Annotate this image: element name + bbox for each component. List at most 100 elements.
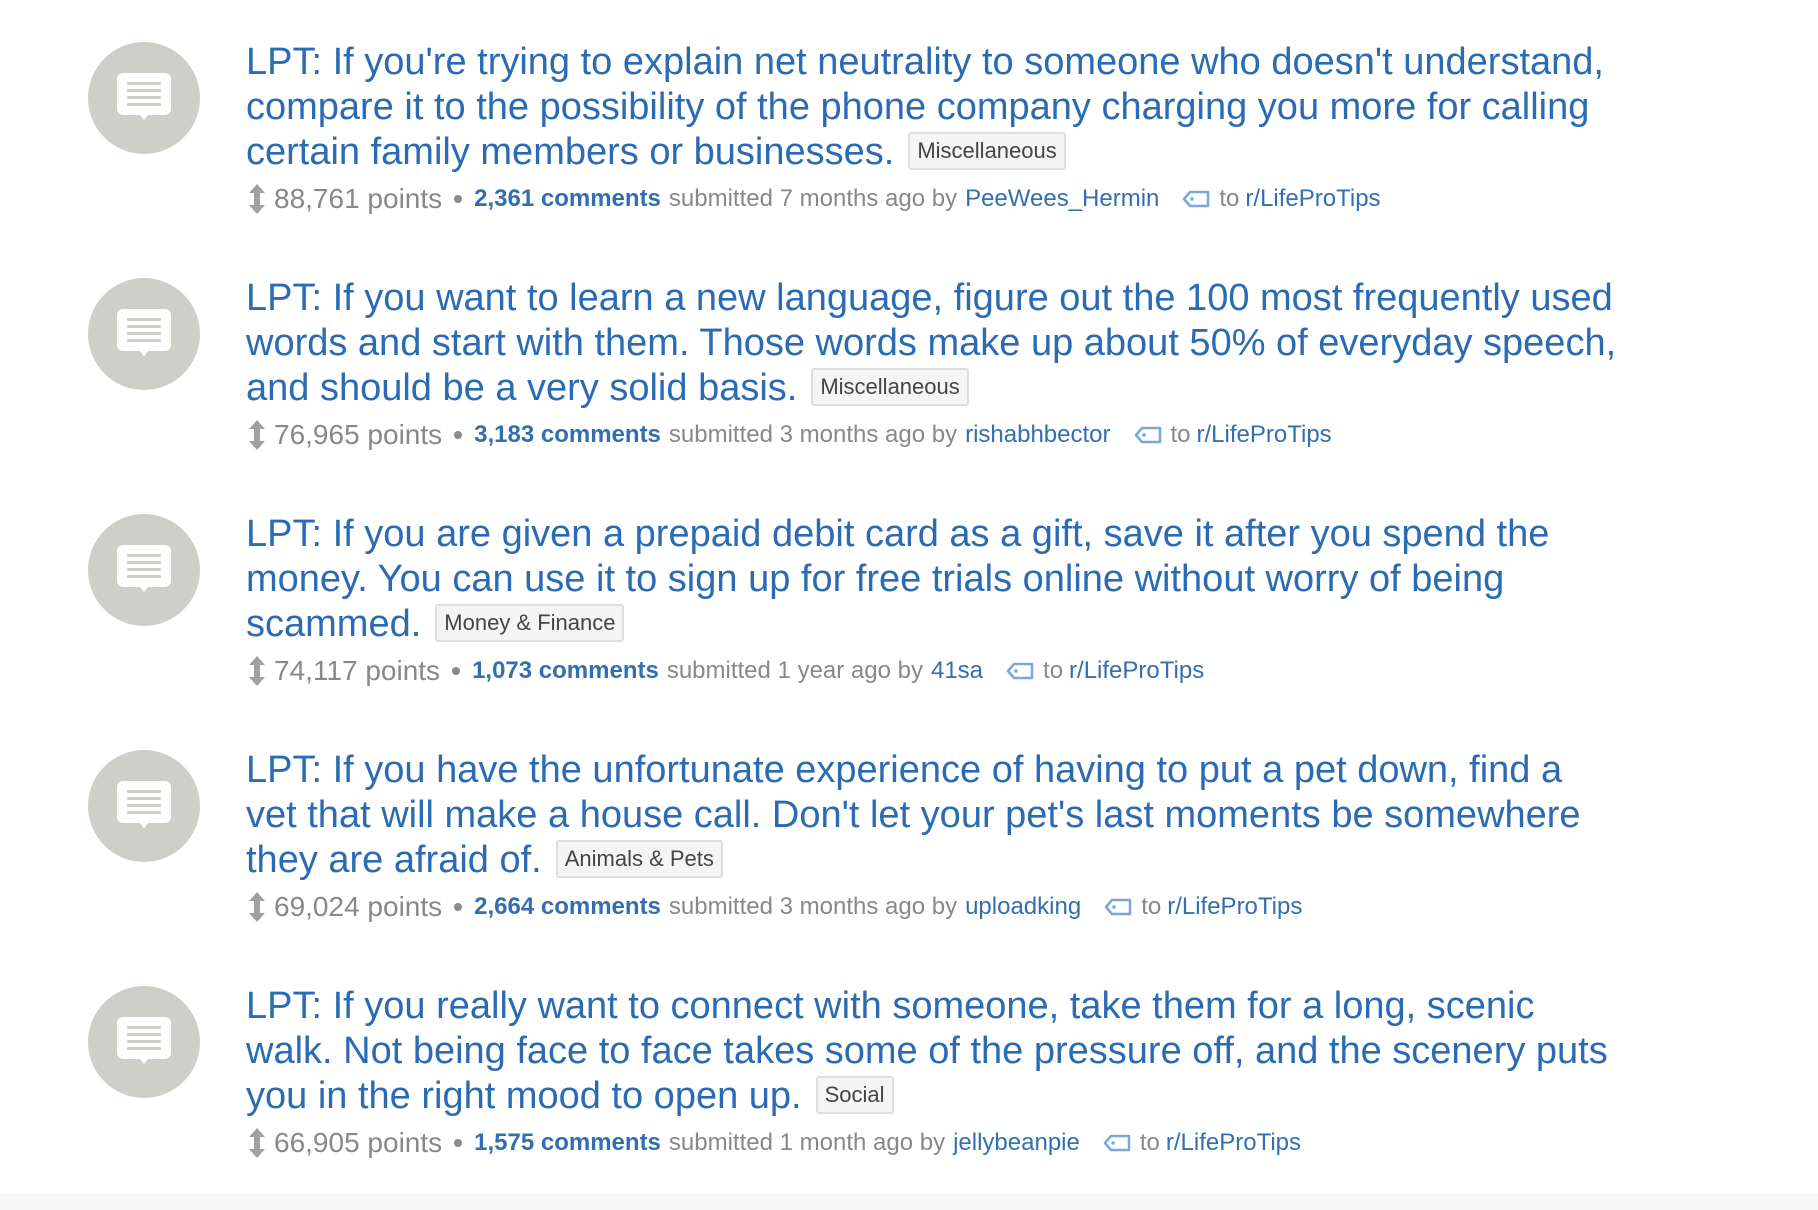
text-post-icon [117, 73, 171, 115]
author-link[interactable]: rishabhbector [965, 421, 1110, 449]
post-meta: 76,965 points 3,183 comments submitted 3… [246, 419, 1766, 451]
text-post-icon [117, 781, 171, 823]
submitted-text: submitted 1 year ago by [666, 657, 923, 684]
post-title-link[interactable]: they are afraid of. [246, 839, 542, 881]
post-item: LPT: If you really want to connect with … [0, 944, 1818, 1180]
post-title-line: LPT: If you really want to connect with … [246, 984, 1766, 1029]
author-link[interactable]: 41sa [931, 657, 983, 685]
post-title-link[interactable]: certain family members or businesses. [246, 131, 894, 173]
post-title: LPT: If you're trying to explain net neu… [246, 40, 1766, 175]
comments-link[interactable]: 3,183 comments [474, 421, 661, 449]
post-title-link[interactable]: vet that will make a house call. Don't l… [246, 794, 1581, 836]
vote-arrows-icon[interactable] [246, 419, 268, 451]
post-title-line: LPT: If you want to learn a new language… [246, 276, 1766, 321]
post-score: 69,024 points [274, 891, 442, 923]
post-title: LPT: If you are given a prepaid debit ca… [246, 512, 1766, 647]
post-title: LPT: If you have the unfortunate experie… [246, 748, 1766, 883]
post-points: 74,117 [274, 655, 358, 686]
to-label: to [1141, 893, 1162, 920]
post-content: LPT: If you are given a prepaid debit ca… [246, 512, 1766, 687]
post-title-line: LPT: If you're trying to explain net neu… [246, 40, 1766, 85]
submitted-text: submitted 7 months ago by [668, 185, 958, 212]
post-title-line: and should be a very solid basis. Miscell… [246, 366, 1766, 411]
post-points: 76,965 [274, 419, 360, 450]
post-thumbnail[interactable] [88, 514, 200, 626]
text-post-icon-tail [138, 349, 150, 356]
post-meta: 66,905 points 1,575 comments submitted 1… [246, 1127, 1766, 1159]
comments-link[interactable]: 2,664 comments [474, 893, 661, 921]
post-meta: 88,761 points 2,361 comments submitted 7… [246, 183, 1766, 215]
comments-link[interactable]: 2,361 comments [474, 185, 661, 213]
post-title-line: they are afraid of. Animals & Pets [246, 838, 1766, 883]
post-title-link[interactable]: and should be a very solid basis. [246, 367, 797, 409]
tag-icon [1134, 426, 1161, 444]
points-label: points [367, 419, 443, 450]
to-label: to [1043, 657, 1064, 684]
text-post-icon [117, 545, 171, 587]
submitted-text: submitted 1 month ago by [668, 1129, 946, 1156]
subreddit-link[interactable]: r/LifeProTips [1197, 421, 1332, 449]
post-points: 66,905 [274, 1127, 360, 1158]
comments-link[interactable]: 1,073 comments [472, 657, 659, 685]
post-thumbnail[interactable] [88, 750, 200, 862]
page-footer-band [0, 1194, 1818, 1210]
post-title-link[interactable]: scammed. [246, 603, 421, 645]
post-thumbnail[interactable] [88, 42, 200, 154]
post-title-link[interactable]: walk. Not being face to face takes some … [246, 1030, 1608, 1072]
post-title-link[interactable]: LPT: If you really want to connect with … [246, 985, 1534, 1027]
post-title-link[interactable]: LPT: If you want to learn a new language… [246, 277, 1613, 319]
author-link[interactable]: PeeWees_Hermin [965, 185, 1159, 213]
separator-dot [454, 1139, 463, 1147]
separator-dot [454, 431, 463, 439]
post-title-link[interactable]: LPT: If you're trying to explain net neu… [246, 41, 1604, 83]
post-title: LPT: If you want to learn a new language… [246, 276, 1766, 411]
separator-dot [454, 903, 463, 911]
post-meta: 74,117 points 1,073 comments submitted 1… [246, 655, 1766, 687]
post-item: LPT: If you're trying to explain net neu… [0, 0, 1818, 236]
post-thumbnail[interactable] [88, 986, 200, 1098]
tag-icon [1006, 662, 1034, 680]
post-title-link[interactable]: LPT: If you have the unfortunate experie… [246, 749, 1562, 791]
vote-arrows-icon[interactable] [246, 655, 268, 687]
vote-arrows-icon[interactable] [246, 1127, 268, 1159]
post-title-link[interactable]: LPT: If you are given a prepaid debit ca… [246, 513, 1549, 555]
post-score: 88,761 points [274, 183, 442, 215]
subreddit-link[interactable]: r/LifeProTips [1069, 657, 1204, 685]
author-link[interactable]: uploadking [965, 893, 1081, 921]
post-item: LPT: If you are given a prepaid debit ca… [0, 472, 1818, 708]
points-label: points [365, 655, 441, 686]
subreddit-link[interactable]: r/LifeProTips [1166, 1129, 1301, 1157]
points-label: points [367, 1127, 443, 1158]
post-item: LPT: If you have the unfortunate experie… [0, 708, 1818, 944]
vote-arrows-icon[interactable] [246, 891, 268, 923]
post-title-link[interactable]: you in the right mood to open up. [246, 1075, 802, 1117]
subreddit-link[interactable]: r/LifeProTips [1167, 893, 1302, 921]
vote-arrows-icon[interactable] [246, 183, 268, 215]
post-score: 66,905 points [274, 1127, 442, 1159]
post-title-line: vet that will make a house call. Don't l… [246, 793, 1766, 838]
post-content: LPT: If you want to learn a new language… [246, 276, 1766, 451]
post-flair[interactable]: Miscellaneous [908, 132, 1066, 170]
separator-dot [452, 667, 461, 675]
post-flair[interactable]: Miscellaneous [811, 368, 969, 406]
post-title-line: scammed. Money & Finance [246, 602, 1766, 647]
post-flair[interactable]: Animals & Pets [555, 840, 723, 878]
tag-icon [1183, 190, 1210, 208]
text-post-icon-tail [138, 113, 150, 120]
post-title-link[interactable]: compare it to the possibility of the pho… [246, 86, 1589, 128]
author-link[interactable]: jellybeanpie [953, 1129, 1080, 1157]
text-post-icon-tail [138, 585, 150, 592]
post-title-link[interactable]: money. You can use it to sign up for fre… [246, 558, 1504, 600]
post-flair[interactable]: Social [815, 1076, 894, 1114]
post-title: LPT: If you really want to connect with … [246, 984, 1766, 1119]
text-post-icon-tail [138, 821, 150, 828]
post-flair[interactable]: Money & Finance [435, 604, 625, 642]
post-thumbnail[interactable] [88, 278, 200, 390]
post-title-link[interactable]: words and start with them. Those words m… [246, 322, 1616, 364]
to-label: to [1219, 185, 1240, 212]
comments-link[interactable]: 1,575 comments [474, 1129, 661, 1157]
points-label: points [367, 183, 443, 214]
post-content: LPT: If you have the unfortunate experie… [246, 748, 1766, 923]
subreddit-link[interactable]: r/LifeProTips [1245, 185, 1380, 213]
tag-icon [1104, 898, 1132, 916]
